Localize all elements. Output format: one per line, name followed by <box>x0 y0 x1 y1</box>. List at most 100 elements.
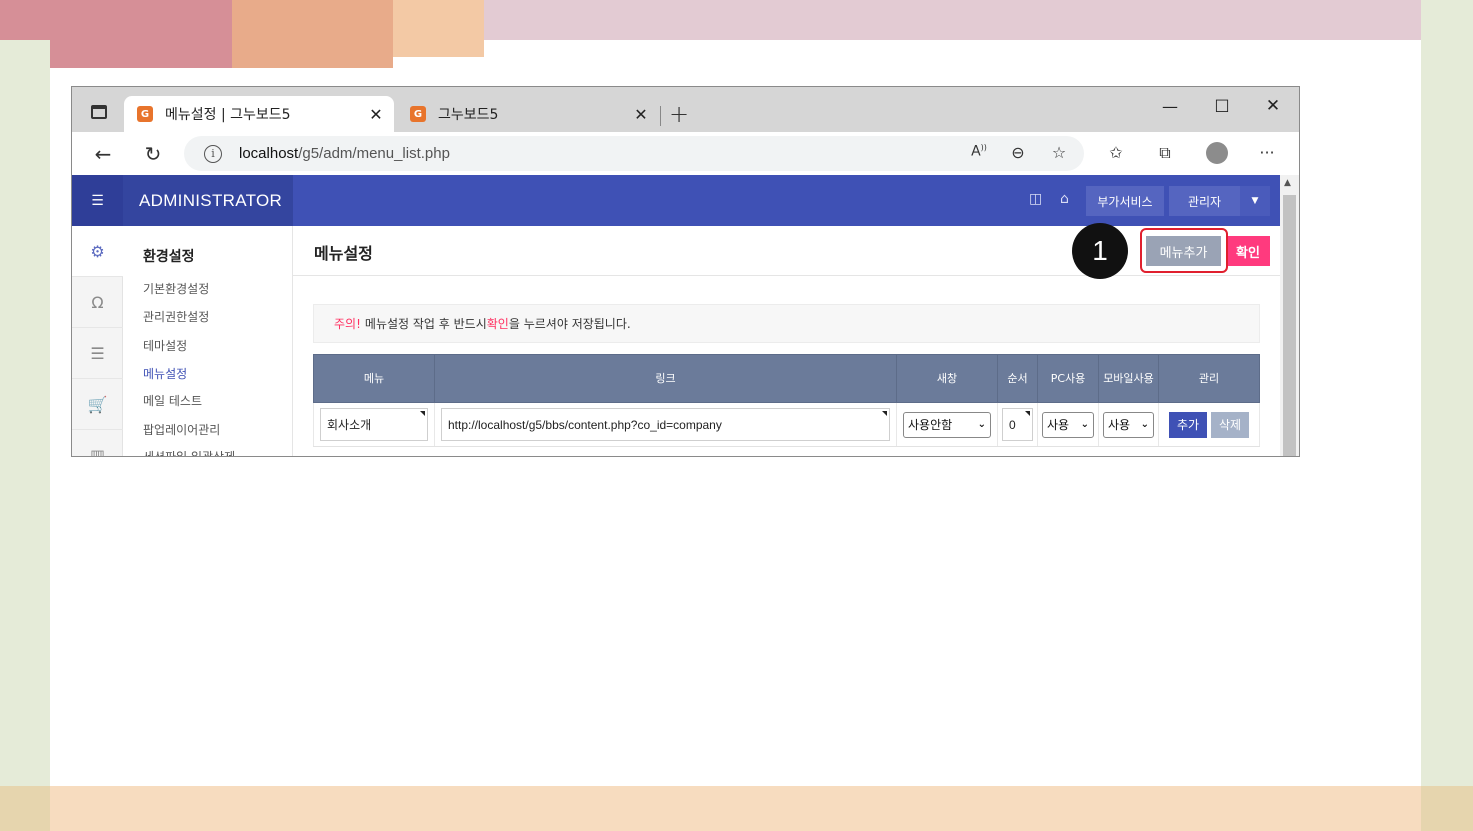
page-title: 메뉴설정 <box>314 244 373 263</box>
pc-use-select[interactable]: 사용 ⌄ <box>1042 411 1094 438</box>
decor-band-bottom <box>0 786 1473 831</box>
notice-text: 메뉴설정 작업 후 반드시 <box>364 317 487 331</box>
column-header-pc-use: PC사용 <box>1037 354 1099 403</box>
decor-block <box>232 0 393 68</box>
sidebar-item-session-delete[interactable]: 세션파일 일괄삭제 <box>143 448 235 456</box>
refresh-icon[interactable]: ↻ <box>142 142 164 166</box>
sidebar-icon-rail: ⚙ Ω ☰ 🛒 ▥ <box>72 226 123 457</box>
close-icon[interactable]: ✕ <box>629 105 653 124</box>
decor-band-left <box>0 40 50 831</box>
notice-warning: 주의! <box>334 317 361 331</box>
notice-highlight: 확인 <box>486 317 509 331</box>
maximize-icon[interactable]: □ <box>1212 95 1232 114</box>
sidebar-item-permissions[interactable]: 관리권한설정 <box>143 308 209 325</box>
mobile-use-select[interactable]: 사용 ⌄ <box>1103 411 1154 438</box>
notice-box: 주의! 메뉴설정 작업 후 반드시 확인 을 누르셔야 저장됩니다. <box>313 304 1260 343</box>
favorites-icon[interactable]: ✩ <box>1105 143 1127 162</box>
step-number-badge: 1 <box>1072 223 1128 279</box>
column-header-manage: 관리 <box>1158 354 1260 403</box>
tab-title: 메뉴설정 | 그누보드5 <box>165 107 291 123</box>
home-icon[interactable]: ⌂ <box>1060 191 1069 207</box>
page-viewport: ☰ ADMINISTRATOR ◫ ⌂ 부가서비스 관리자 ▼ ⚙ Ω ☰ 🛒 … <box>72 175 1299 457</box>
site-favicon-icon: G <box>137 106 153 122</box>
back-icon[interactable]: ← <box>92 142 114 166</box>
url-input[interactable]: i localhost/g5/adm/menu_list.php <box>184 136 1084 171</box>
tab-actions-icon[interactable] <box>91 105 107 119</box>
scrollbar-thumb[interactable] <box>1283 195 1296 456</box>
sidebar-title: 환경설정 <box>143 249 195 265</box>
decor-corner-bottom-right <box>1421 786 1473 831</box>
board-list-icon[interactable]: ☰ <box>72 328 123 379</box>
table-cell: 회사소개 <box>313 402 435 447</box>
tab-gnuboard[interactable]: G 그누보드5 ✕ <box>397 96 659 132</box>
select-value: 사용 <box>1108 418 1131 432</box>
close-window-icon[interactable]: ✕ <box>1263 96 1283 116</box>
read-aloud-icon[interactable]: A)) <box>968 143 990 160</box>
sidebar-item-mail-test[interactable]: 메일 테스트 <box>143 392 202 409</box>
table-cell: 사용 ⌄ <box>1037 402 1099 447</box>
chevron-down-icon: ⌄ <box>977 419 986 430</box>
sidebar-item-menu-settings[interactable]: 메뉴설정 <box>143 365 187 382</box>
decor-band-right <box>1421 0 1473 831</box>
chevron-down-icon[interactable]: ▼ <box>1240 186 1270 216</box>
admin-brand[interactable]: ADMINISTRATOR <box>123 175 293 226</box>
add-submenu-button[interactable]: 추가 <box>1169 411 1207 438</box>
divider <box>293 275 1280 276</box>
notice-text: 을 누르셔야 저장됩니다. <box>508 317 631 331</box>
sidebar-item-popup[interactable]: 팝업레이어관리 <box>143 421 220 438</box>
menu-table: 메뉴 링크 새창 순서 PC사용 모바일사용 관리 회사소개 http://lo… <box>313 354 1260 447</box>
info-icon[interactable]: i <box>204 144 222 163</box>
new-tab-icon[interactable]: + <box>669 100 689 128</box>
minimize-icon[interactable]: — <box>1160 97 1180 116</box>
cart-icon[interactable]: 🛒 <box>72 379 123 430</box>
column-header-menu: 메뉴 <box>313 354 435 403</box>
column-header-order: 순서 <box>997 354 1038 403</box>
confirm-button[interactable]: 확인 <box>1226 236 1270 266</box>
chevron-down-icon: ⌄ <box>1140 419 1149 430</box>
admin-top-nav: ☰ ADMINISTRATOR ◫ ⌂ 부가서비스 관리자 ▼ <box>72 175 1280 226</box>
url-text: localhost/g5/adm/menu_list.php <box>239 145 450 162</box>
tab-bar: G 메뉴설정 | 그누보드5 ✕ G 그누보드5 ✕ + — □ ✕ <box>72 87 1299 132</box>
vertical-scrollbar[interactable]: ▲ <box>1280 175 1299 456</box>
main-content: 메뉴설정 1 메뉴추가 확인 주의! 메뉴설정 작업 후 반드시 확인 을 누르… <box>293 223 1280 456</box>
table-header-row: 메뉴 링크 새창 순서 PC사용 모바일사용 관리 <box>313 354 1260 403</box>
decor-block <box>393 0 484 57</box>
table-row: 회사소개 http://localhost/g5/bbs/content.php… <box>313 402 1260 447</box>
table-cell: 추가 삭제 <box>1158 402 1260 447</box>
decor-corner-bottom-left <box>0 786 50 831</box>
sidebar-item-basic-settings[interactable]: 기본환경설정 <box>143 280 209 297</box>
favorite-add-icon[interactable]: ☆ <box>1048 143 1070 162</box>
column-header-link: 링크 <box>434 354 897 403</box>
browser-window: G 메뉴설정 | 그누보드5 ✕ G 그누보드5 ✕ + — □ ✕ ← ↻ i… <box>71 86 1300 457</box>
order-input[interactable]: 0 <box>1002 408 1033 441</box>
table-cell: 0 <box>997 402 1038 447</box>
menu-name-input[interactable]: 회사소개 <box>320 408 428 441</box>
settings-gear-icon[interactable]: ⚙ <box>72 226 123 277</box>
column-header-new-window: 새창 <box>896 354 998 403</box>
sidebar-toggle-icon[interactable]: ☰ <box>72 175 123 226</box>
column-header-mobile-use: 모바일사용 <box>1098 354 1159 403</box>
stats-icon[interactable]: ▥ <box>72 430 123 457</box>
select-value: 사용 <box>1047 418 1070 432</box>
collections-icon[interactable]: ⧉ <box>1154 143 1176 163</box>
scroll-up-icon[interactable]: ▲ <box>1284 178 1291 188</box>
more-icon[interactable]: ··· <box>1256 143 1278 162</box>
table-cell: 사용 ⌄ <box>1098 402 1159 447</box>
shop-icon[interactable]: ◫ <box>1029 191 1042 207</box>
delete-menu-button[interactable]: 삭제 <box>1211 411 1249 438</box>
tab-menu-settings[interactable]: G 메뉴설정 | 그누보드5 ✕ <box>124 96 394 132</box>
admin-menu-button[interactable]: 관리자 <box>1169 186 1240 216</box>
close-icon[interactable]: ✕ <box>364 105 388 124</box>
menu-link-input[interactable]: http://localhost/g5/bbs/content.php?co_i… <box>441 408 890 441</box>
zoom-out-icon[interactable]: ⊖ <box>1007 143 1029 162</box>
address-bar: ← ↻ i localhost/g5/adm/menu_list.php A))… <box>72 132 1299 175</box>
slide: G 메뉴설정 | 그누보드5 ✕ G 그누보드5 ✕ + — □ ✕ ← ↻ i… <box>0 0 1473 831</box>
profile-icon[interactable] <box>1206 142 1228 164</box>
tab-title: 그누보드5 <box>438 107 499 123</box>
member-icon[interactable]: Ω <box>72 277 123 328</box>
table-cell: 사용안함 ⌄ <box>896 402 998 447</box>
addons-button[interactable]: 부가서비스 <box>1086 186 1164 216</box>
sidebar-item-theme[interactable]: 테마설정 <box>143 337 187 354</box>
new-window-select[interactable]: 사용안함 ⌄ <box>903 411 991 438</box>
select-value: 사용안함 <box>908 418 953 432</box>
